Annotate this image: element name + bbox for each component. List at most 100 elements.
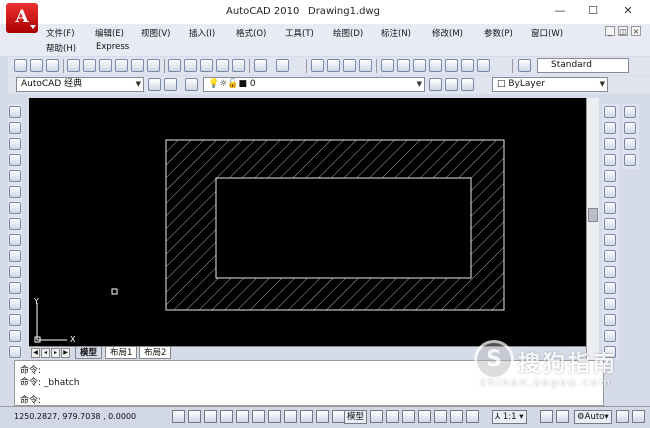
- ortho-mode-icon[interactable]: [220, 410, 233, 423]
- construction-line-icon[interactable]: [9, 122, 21, 134]
- menu-format[interactable]: 格式(O): [236, 27, 266, 39]
- pan-icon[interactable]: [311, 59, 324, 72]
- rectangle-icon[interactable]: [9, 170, 21, 182]
- zoom-previous-icon[interactable]: [359, 59, 372, 72]
- paste-icon[interactable]: [200, 59, 213, 72]
- open-icon[interactable]: [30, 59, 43, 72]
- sheet-set-icon[interactable]: [429, 59, 442, 72]
- close-button[interactable]: ✕: [619, 3, 637, 19]
- layer-manager-icon[interactable]: [164, 78, 177, 91]
- next-tab-icon[interactable]: ▸: [51, 348, 60, 358]
- hatched-region[interactable]: [166, 140, 504, 310]
- send-to-back-icon[interactable]: [624, 122, 636, 134]
- ellipse-arc-icon[interactable]: [9, 266, 21, 278]
- plot-preview-icon[interactable]: [83, 59, 96, 72]
- sheet-icon[interactable]: [147, 59, 160, 72]
- scroll-thumb[interactable]: [588, 208, 598, 222]
- bring-above-icon[interactable]: [624, 138, 636, 150]
- circle-icon[interactable]: [9, 202, 21, 214]
- application-menu-button[interactable]: A: [6, 3, 38, 33]
- arc-icon[interactable]: [9, 186, 21, 198]
- dynamic-ucs-icon[interactable]: [284, 410, 297, 423]
- zoom-window-icon[interactable]: [343, 59, 356, 72]
- quickcalc-icon[interactable]: [461, 59, 474, 72]
- workspace-switch[interactable]: ⚙Auto▾: [574, 410, 612, 424]
- rotate-icon[interactable]: [604, 202, 616, 214]
- snap-mode-icon[interactable]: [188, 410, 201, 423]
- last-tab-icon[interactable]: ▶: [61, 348, 70, 358]
- toolbar-lock-icon[interactable]: [616, 410, 629, 423]
- doc-restore-icon[interactable]: ◫: [618, 26, 628, 36]
- block-editor-icon[interactable]: [232, 59, 245, 72]
- layer-select[interactable]: 💡☼🔓■ 0 ▼: [203, 77, 425, 92]
- menu-dimension[interactable]: 标注(N): [381, 27, 411, 39]
- workspace-select[interactable]: AutoCAD 经典 ▼: [16, 77, 144, 92]
- minimize-button[interactable]: —: [551, 3, 569, 19]
- menu-parametric[interactable]: 参数(P): [484, 27, 513, 39]
- first-tab-icon[interactable]: ◀: [31, 348, 40, 358]
- color-select[interactable]: □ ByLayer ▼: [492, 77, 608, 92]
- bring-to-front-icon[interactable]: [624, 106, 636, 118]
- annotation-visibility-icon[interactable]: [540, 410, 553, 423]
- object-snap-icon[interactable]: [252, 410, 265, 423]
- move-icon[interactable]: [604, 186, 616, 198]
- text-style-select[interactable]: Standard: [537, 58, 629, 73]
- dynamic-input-icon[interactable]: [300, 410, 313, 423]
- line-icon[interactable]: [9, 106, 21, 118]
- mirror-icon[interactable]: [604, 138, 616, 150]
- command-prompt[interactable]: 命令:: [20, 393, 41, 405]
- design-center-icon[interactable]: [397, 59, 410, 72]
- vertical-scrollbar[interactable]: [586, 98, 599, 361]
- array-icon[interactable]: [604, 170, 616, 182]
- ellipse-icon[interactable]: [9, 250, 21, 262]
- drawing-view-icon[interactable]: [402, 410, 415, 423]
- layout-view-icon[interactable]: [370, 410, 383, 423]
- polyline-icon[interactable]: [9, 138, 21, 150]
- send-under-icon[interactable]: [624, 154, 636, 166]
- etransmit-icon[interactable]: [131, 59, 144, 72]
- menu-edit[interactable]: 编辑(E): [95, 27, 124, 39]
- tool-palettes-icon[interactable]: [413, 59, 426, 72]
- redo-icon[interactable]: [276, 59, 289, 72]
- command-window[interactable]: 命令: 命令: _bhatch 命令:: [14, 360, 604, 406]
- polygon-icon[interactable]: [9, 154, 21, 166]
- trim-icon[interactable]: [604, 250, 616, 262]
- make-current-layer-icon[interactable]: [429, 78, 442, 91]
- layer-properties-icon[interactable]: [185, 78, 198, 91]
- prev-tab-icon[interactable]: ◂: [41, 348, 50, 358]
- menu-tools[interactable]: 工具(T): [285, 27, 314, 39]
- maximize-button[interactable]: ☐: [584, 3, 602, 19]
- model-space-button[interactable]: 模型: [344, 410, 368, 424]
- lineweight-icon[interactable]: [316, 410, 329, 423]
- cut-icon[interactable]: [168, 59, 181, 72]
- inner-rectangle[interactable]: [215, 177, 472, 279]
- zoom-status-icon[interactable]: [434, 410, 447, 423]
- help-icon[interactable]: [477, 59, 490, 72]
- insert-block-icon[interactable]: [9, 282, 21, 294]
- annotation-scale-select[interactable]: ⅄ 1:1 ▾: [492, 410, 527, 424]
- infer-constraints-icon[interactable]: [172, 410, 185, 423]
- join-icon[interactable]: [604, 298, 616, 310]
- plot-icon[interactable]: [67, 59, 80, 72]
- revision-cloud-icon[interactable]: [9, 218, 21, 230]
- steering-wheel-icon[interactable]: [450, 410, 463, 423]
- extend-icon[interactable]: [604, 266, 616, 278]
- tab-model[interactable]: 模型: [75, 347, 103, 359]
- fillet-icon[interactable]: [604, 330, 616, 342]
- doc-minimize-icon[interactable]: _: [605, 26, 615, 36]
- drawing-canvas[interactable]: Y X: [29, 98, 586, 346]
- explode-icon[interactable]: [604, 346, 616, 358]
- text-style-icon[interactable]: [518, 59, 531, 72]
- copy-icon[interactable]: [184, 59, 197, 72]
- save-icon[interactable]: [46, 59, 59, 72]
- menu-view[interactable]: 视图(V): [141, 27, 170, 39]
- doc-close-icon[interactable]: ×: [631, 26, 641, 36]
- match-properties-icon[interactable]: [216, 59, 229, 72]
- new-icon[interactable]: [14, 59, 27, 72]
- polar-tracking-icon[interactable]: [236, 410, 249, 423]
- menu-insert[interactable]: 插入(I): [189, 27, 215, 39]
- make-block-icon[interactable]: [9, 298, 21, 310]
- stretch-icon[interactable]: [604, 234, 616, 246]
- menu-window[interactable]: 窗口(W): [531, 27, 563, 39]
- quick-view-icon[interactable]: [386, 410, 399, 423]
